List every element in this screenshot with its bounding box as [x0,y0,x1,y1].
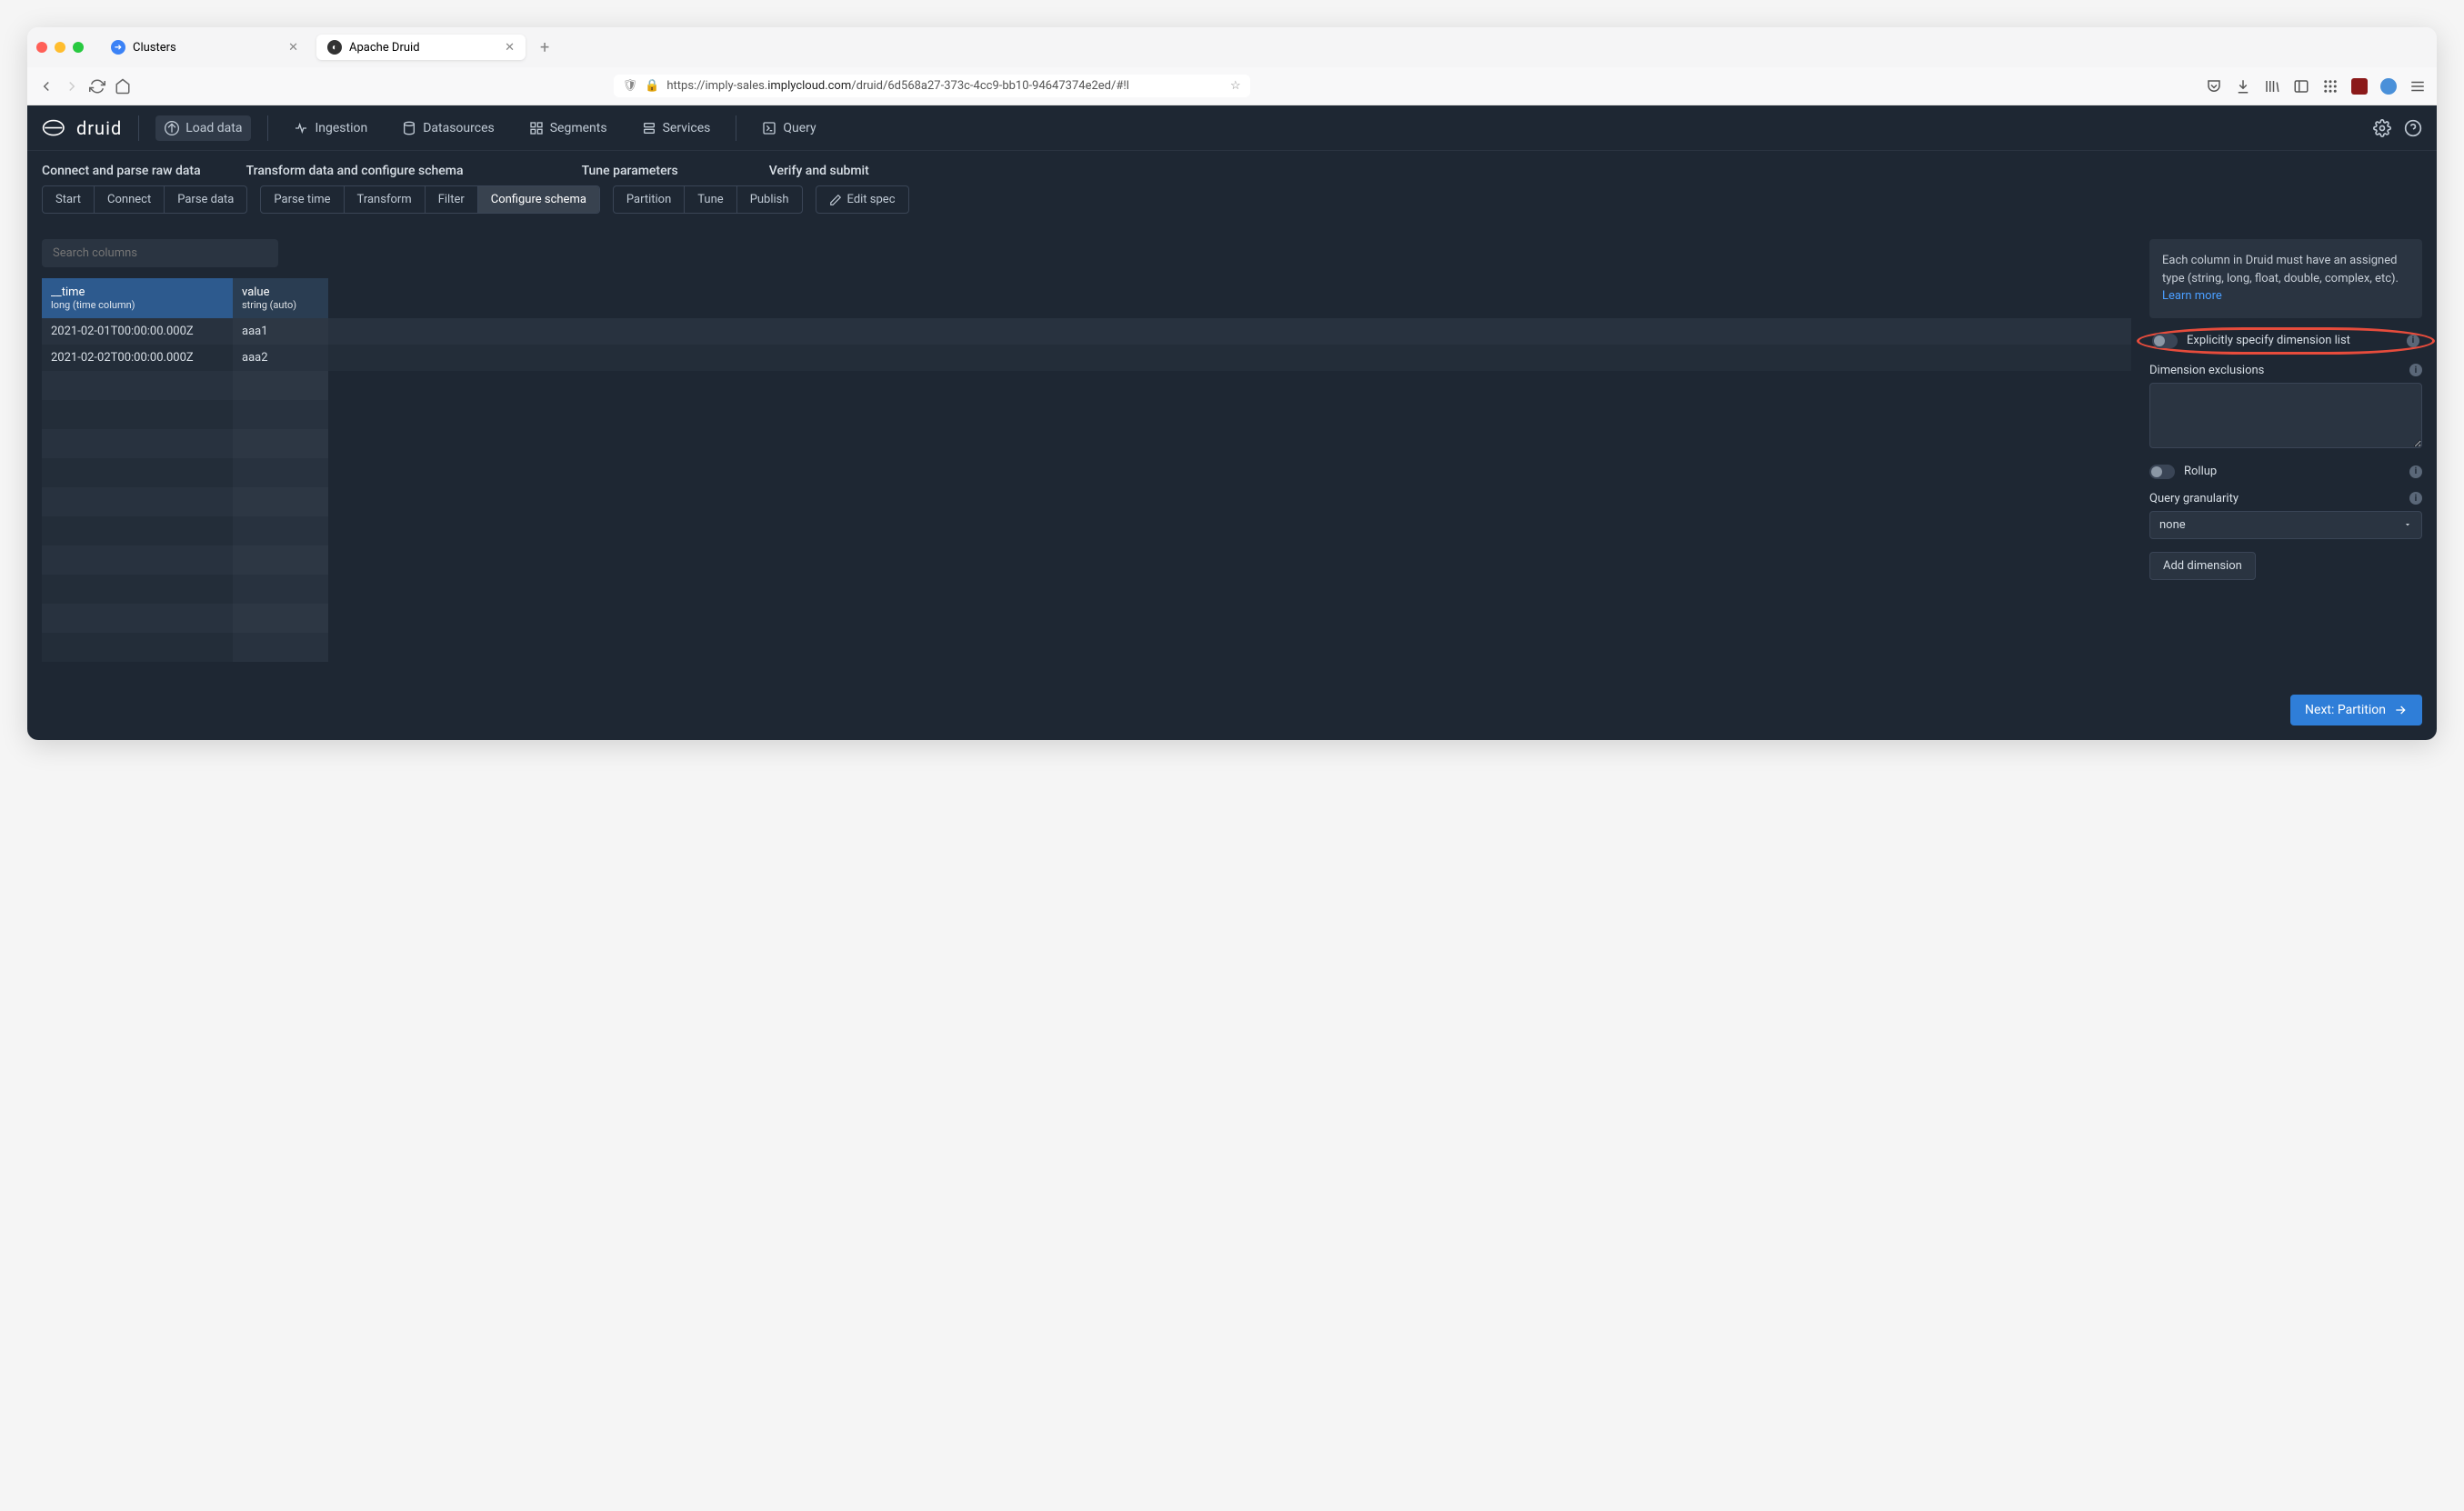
add-dimension-button[interactable]: Add dimension [2149,552,2256,580]
tab-title: Apache Druid [349,41,420,55]
bookmark-star-icon[interactable]: ☆ [1230,79,1241,93]
close-tab-icon[interactable]: ✕ [505,41,515,55]
address-bar[interactable]: 🛡 🔒 https://imply-sales.implycloud.com/d… [614,75,1250,97]
sidebar-icon[interactable] [2293,78,2309,95]
nav-segments[interactable]: Segments [520,115,616,141]
minimize-window-button[interactable] [55,42,65,53]
query-granularity-label: Query granularity [2149,492,2239,505]
step-publish[interactable]: Publish [737,186,802,213]
tab-clusters[interactable]: ➜ Clusters ✕ [100,35,309,60]
step-configure-schema[interactable]: Configure schema [478,186,599,213]
config-panel: Each column in Druid must have an assign… [2149,239,2422,662]
home-button[interactable] [115,78,131,95]
upload-icon [165,121,179,135]
grid-icon[interactable] [2322,78,2339,95]
download-icon[interactable] [2235,78,2251,95]
window-controls [36,42,84,53]
wizard-header: Connect and parse raw data Transform dat… [27,151,2437,239]
nav-services[interactable]: Services [633,115,720,141]
rollup-row: Rollup i [2149,465,2422,479]
phase-connect: Connect and parse raw data [42,164,201,178]
gear-icon[interactable] [2373,119,2391,137]
browser-toolbar: 🛡 🔒 https://imply-sales.implycloud.com/d… [27,67,2437,105]
step-edit-spec[interactable]: Edit spec [816,186,908,213]
explicit-dimensions-label: Explicitly specify dimension list [2187,334,2350,347]
rollup-toggle[interactable] [2149,465,2175,479]
new-tab-button[interactable]: + [533,38,556,57]
column-header-time[interactable]: __time long (time column) [42,278,233,318]
ingestion-icon [294,121,308,135]
step-filter[interactable]: Filter [426,186,478,213]
tab-apache-druid[interactable]: ◐ Apache Druid ✕ [316,35,526,60]
imply-favicon-icon: ➜ [111,40,125,55]
column-header-value[interactable]: value string (auto) [233,278,328,318]
edit-icon [829,194,842,206]
database-icon [402,121,416,135]
close-window-button[interactable] [36,42,47,53]
server-icon [642,121,656,135]
nav-ingestion[interactable]: Ingestion [285,115,376,141]
schema-preview: __time long (time column) value string (… [42,239,2131,662]
arrow-right-icon [2393,703,2408,717]
forward-button[interactable] [64,78,80,95]
nav-datasources[interactable]: Datasources [393,115,504,141]
step-tune[interactable]: Tune [685,186,736,213]
step-start[interactable]: Start [43,186,95,213]
druid-favicon-icon: ◐ [327,40,342,55]
explicit-dimensions-row: Explicitly specify dimension list i [2137,327,2435,355]
pocket-icon[interactable] [2206,78,2222,95]
back-button[interactable] [38,78,55,95]
rollup-label: Rollup [2184,465,2217,478]
tab-title: Clusters [133,41,176,55]
chevron-down-icon [2403,520,2412,529]
step-transform[interactable]: Transform [345,186,426,213]
extension-icon[interactable] [2380,78,2397,95]
library-icon[interactable] [2264,78,2280,95]
help-icon[interactable] [2404,119,2422,137]
nav-query[interactable]: Query [753,115,825,141]
step-connect[interactable]: Connect [95,186,165,213]
segments-icon [529,121,544,135]
columns-grid: __time long (time column) value string (… [42,278,2131,662]
maximize-window-button[interactable] [73,42,84,53]
info-icon[interactable]: i [2409,465,2422,478]
info-icon[interactable]: i [2407,335,2419,347]
phase-tune: Tune parameters [582,164,678,178]
info-icon[interactable]: i [2409,364,2422,376]
table-row: 2021-02-01T00:00:00.000Z aaa1 [42,318,2131,345]
explicit-dimensions-toggle[interactable] [2152,334,2178,348]
info-callout: Each column in Druid must have an assign… [2149,239,2422,318]
dimension-exclusions-label: Dimension exclusions [2149,364,2264,377]
menu-button[interactable] [2409,78,2426,95]
step-partition[interactable]: Partition [614,186,685,213]
search-columns-input[interactable] [42,239,278,267]
query-granularity-select[interactable]: none [2149,511,2422,539]
step-parse-time[interactable]: Parse time [261,186,344,213]
table-row: 2021-02-02T00:00:00.000Z aaa2 [42,345,2131,371]
phase-verify: Verify and submit [769,164,869,178]
url-text: https://imply-sales.implycloud.com/druid… [666,79,1129,93]
info-icon[interactable]: i [2409,492,2422,505]
browser-tab-bar: ➜ Clusters ✕ ◐ Apache Druid ✕ + [27,27,2437,67]
app-header: druid Load data Ingestion Datasources Se… [27,105,2437,151]
reload-button[interactable] [89,78,105,95]
druid-app: druid Load data Ingestion Datasources Se… [27,105,2437,740]
step-parse-data[interactable]: Parse data [165,186,246,213]
load-data-button[interactable]: Load data [155,115,251,141]
next-partition-button[interactable]: Next: Partition [2290,695,2422,725]
phase-transform: Transform data and configure schema [246,164,464,178]
learn-more-link[interactable]: Learn more [2162,289,2222,303]
shield-icon: 🛡 [623,79,638,93]
close-tab-icon[interactable]: ✕ [288,41,298,55]
query-icon [762,121,776,135]
ublock-icon[interactable] [2351,78,2368,95]
dimension-exclusions-input[interactable] [2149,383,2422,448]
lock-icon: 🔒 [645,79,659,93]
druid-logo[interactable]: druid [42,117,122,139]
